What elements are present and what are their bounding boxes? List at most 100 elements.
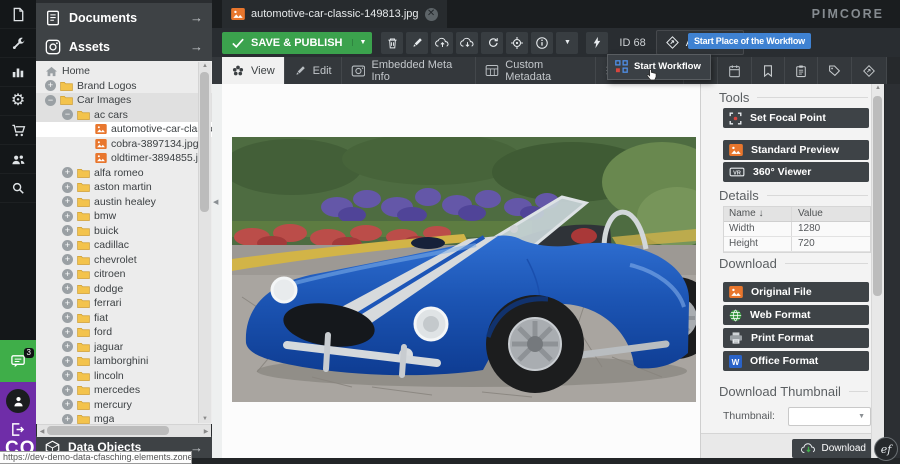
tree-item-cobra-3897134-jpg[interactable]: cobra-3897134.jpg [36,137,212,152]
reload-button[interactable] [481,32,503,54]
scroll-up-icon[interactable]: ▲ [199,63,211,69]
info-button[interactable] [531,32,553,54]
tab-embedded-meta-info[interactable]: Embedded Meta Info [342,57,477,84]
asset-preview-image[interactable] [232,137,696,402]
expand-icon[interactable]: + [62,298,73,309]
print-format-button[interactable]: Print Format [723,328,869,348]
tree-item-jaguar[interactable]: +jaguar [36,340,212,355]
save-and-publish-button[interactable]: SAVE & PUBLISH ▼ [222,32,372,54]
viewer-360-button[interactable]: VR 360° Viewer [723,162,869,182]
tree-item-bmw[interactable]: +bmw [36,209,212,224]
scroll-up-icon[interactable]: ▲ [872,85,884,91]
expand-icon[interactable]: + [62,269,73,280]
expand-icon[interactable]: + [62,211,73,222]
scrollbar-thumb[interactable] [200,72,209,212]
panel-vertical-scrollbar[interactable]: ▲ ▼ [871,84,884,458]
expand-icon[interactable]: + [62,356,73,367]
tree-item-mga[interactable]: +mga [36,412,212,424]
expand-icon[interactable]: + [62,414,73,424]
notifications-chat-button[interactable]: 3 [0,340,36,382]
expand-icon[interactable]: + [45,80,56,91]
expand-panel-arrow-icon[interactable]: → [190,39,203,54]
tree-item-ford[interactable]: +ford [36,325,212,340]
tree-item-fiat[interactable]: +fiat [36,311,212,326]
expand-icon[interactable]: + [62,196,73,207]
name-column-header[interactable]: Name ↓ [724,207,792,221]
tree-item-dodge[interactable]: +dodge [36,282,212,297]
documents-nav-icon[interactable] [0,0,36,29]
expand-icon[interactable]: + [62,327,73,338]
more-options-caret-button[interactable]: ▼ [556,32,578,54]
tab-notes-events[interactable] [785,57,818,84]
tab-edit[interactable]: Edit [285,57,342,84]
expand-panel-arrow-icon[interactable]: → [190,10,203,25]
tree-item-ac-cars[interactable]: −ac cars [36,108,212,123]
expand-icon[interactable]: + [62,312,73,323]
expand-icon[interactable]: + [62,385,73,396]
tree-item-citroen[interactable]: +citroen [36,267,212,282]
quick-actions-button[interactable] [586,32,608,54]
assets-panel-header[interactable]: Assets → [36,32,212,62]
expand-icon[interactable]: + [62,254,73,265]
download-button[interactable]: Download [792,439,874,458]
tree-item-chevrolet[interactable]: +chevrolet [36,253,212,268]
tree-item-automotive-car-classic-149813-jpg[interactable]: automotive-car-classic-149813.jpg [36,122,212,137]
tree-item-lincoln[interactable]: +lincoln [36,369,212,384]
save-dropdown-caret[interactable]: ▼ [352,39,372,46]
tree-item-alfa-romeo[interactable]: +alfa romeo [36,166,212,181]
scroll-right-icon[interactable]: ▶ [202,428,210,435]
scroll-left-icon[interactable]: ◀ [38,428,46,435]
ecommerce-nav-icon[interactable] [0,116,36,145]
open-file-tab[interactable]: automotive-car-classic-149813.jpg ✕ [222,0,447,28]
office-format-button[interactable]: W Office Format [723,351,869,371]
expand-icon[interactable]: + [62,225,73,236]
reports-nav-icon[interactable] [0,58,36,87]
expand-icon[interactable]: + [62,182,73,193]
upload-button[interactable] [431,32,453,54]
standard-preview-button[interactable]: Standard Preview [723,140,869,160]
tree-item-home[interactable]: Home [36,64,212,79]
set-focal-point-button[interactable]: Set Focal Point [723,108,869,128]
tree-item-buick[interactable]: +buick [36,224,212,239]
collapse-panel-icon[interactable]: ◀ [213,198,218,206]
rename-button[interactable] [406,32,428,54]
search-nav-icon[interactable] [0,174,36,203]
expand-icon[interactable]: + [62,167,73,178]
thumbnail-select[interactable]: ▼ [788,407,871,426]
close-tab-icon[interactable]: ✕ [425,8,438,21]
expand-icon[interactable]: + [62,399,73,410]
expand-icon[interactable]: + [62,240,73,251]
tree-item-aston-martin[interactable]: +aston martin [36,180,212,195]
tree-item-car-images[interactable]: −Car Images [36,93,212,108]
tab-dependencies[interactable] [752,57,785,84]
tools-nav-icon[interactable] [0,29,36,58]
tree-item-lamborghini[interactable]: +lamborghini [36,354,212,369]
collapse-icon[interactable]: − [45,95,56,106]
scroll-down-icon[interactable]: ▼ [199,416,211,422]
documents-panel-header[interactable]: Documents → [36,3,212,33]
tree-item-mercury[interactable]: +mercury [36,398,212,413]
tree-item-cadillac[interactable]: +cadillac [36,238,212,253]
focal-point-button[interactable] [506,32,528,54]
collapse-icon[interactable]: − [62,109,73,120]
tab-schedule[interactable] [718,57,752,84]
start-workflow-menu-item[interactable]: Start Workflow [608,55,710,79]
tab-workflow[interactable] [852,57,887,84]
logout-button[interactable] [10,422,25,437]
user-profile-button[interactable] [6,389,30,413]
details-table-header-row[interactable]: Name ↓ Value [724,207,870,222]
tree-item-oldtimer-3894855-jpg[interactable]: oldtimer-3894855.jpg [36,151,212,166]
tree-item-mercedes[interactable]: +mercedes [36,383,212,398]
value-column-header[interactable]: Value [792,207,823,221]
expand-icon[interactable]: + [62,283,73,294]
web-format-button[interactable]: Web Format [723,305,869,325]
tree-horizontal-scrollbar[interactable]: ◀ ▶ [37,424,211,437]
scrollbar-thumb[interactable] [873,96,882,296]
vendor-logo-badge[interactable]: ef [874,437,898,461]
customers-nav-icon[interactable] [0,145,36,174]
tree-item-ferrari[interactable]: +ferrari [36,296,212,311]
tab-custom-metadata[interactable]: Custom Metadata [476,57,596,84]
expand-icon[interactable]: + [62,341,73,352]
expand-icon[interactable]: + [62,370,73,381]
delete-button[interactable] [381,32,403,54]
